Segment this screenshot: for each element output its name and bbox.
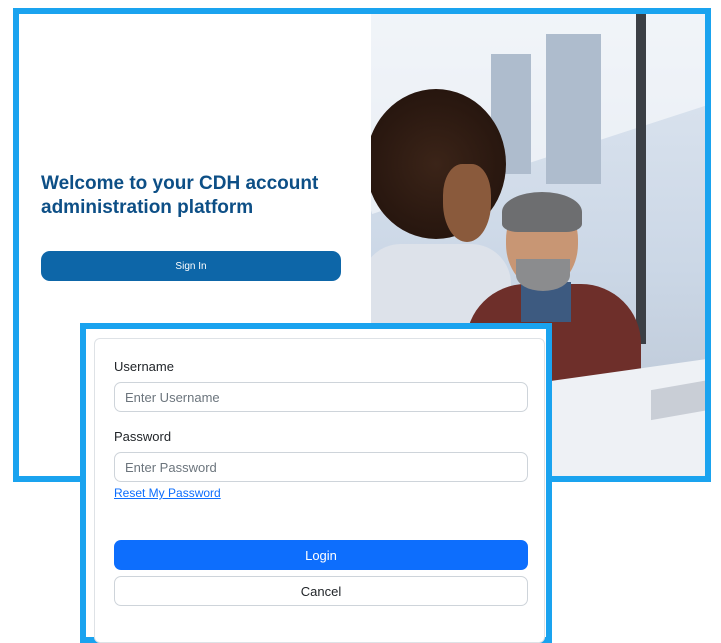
password-input[interactable] xyxy=(114,452,528,482)
login-form: Username Password Reset My Password Logi… xyxy=(94,338,545,643)
password-label: Password xyxy=(114,429,172,444)
welcome-title: Welcome to your CDH account administrati… xyxy=(41,173,319,218)
login-button[interactable]: Login xyxy=(114,540,528,570)
username-input[interactable] xyxy=(114,382,528,412)
cancel-button[interactable]: Cancel xyxy=(114,576,528,606)
sign-in-button[interactable]: Sign In xyxy=(41,251,341,281)
username-label: Username xyxy=(114,359,174,374)
login-dialog: Username Password Reset My Password Logi… xyxy=(80,323,552,643)
reset-password-link[interactable]: Reset My Password xyxy=(114,486,221,500)
